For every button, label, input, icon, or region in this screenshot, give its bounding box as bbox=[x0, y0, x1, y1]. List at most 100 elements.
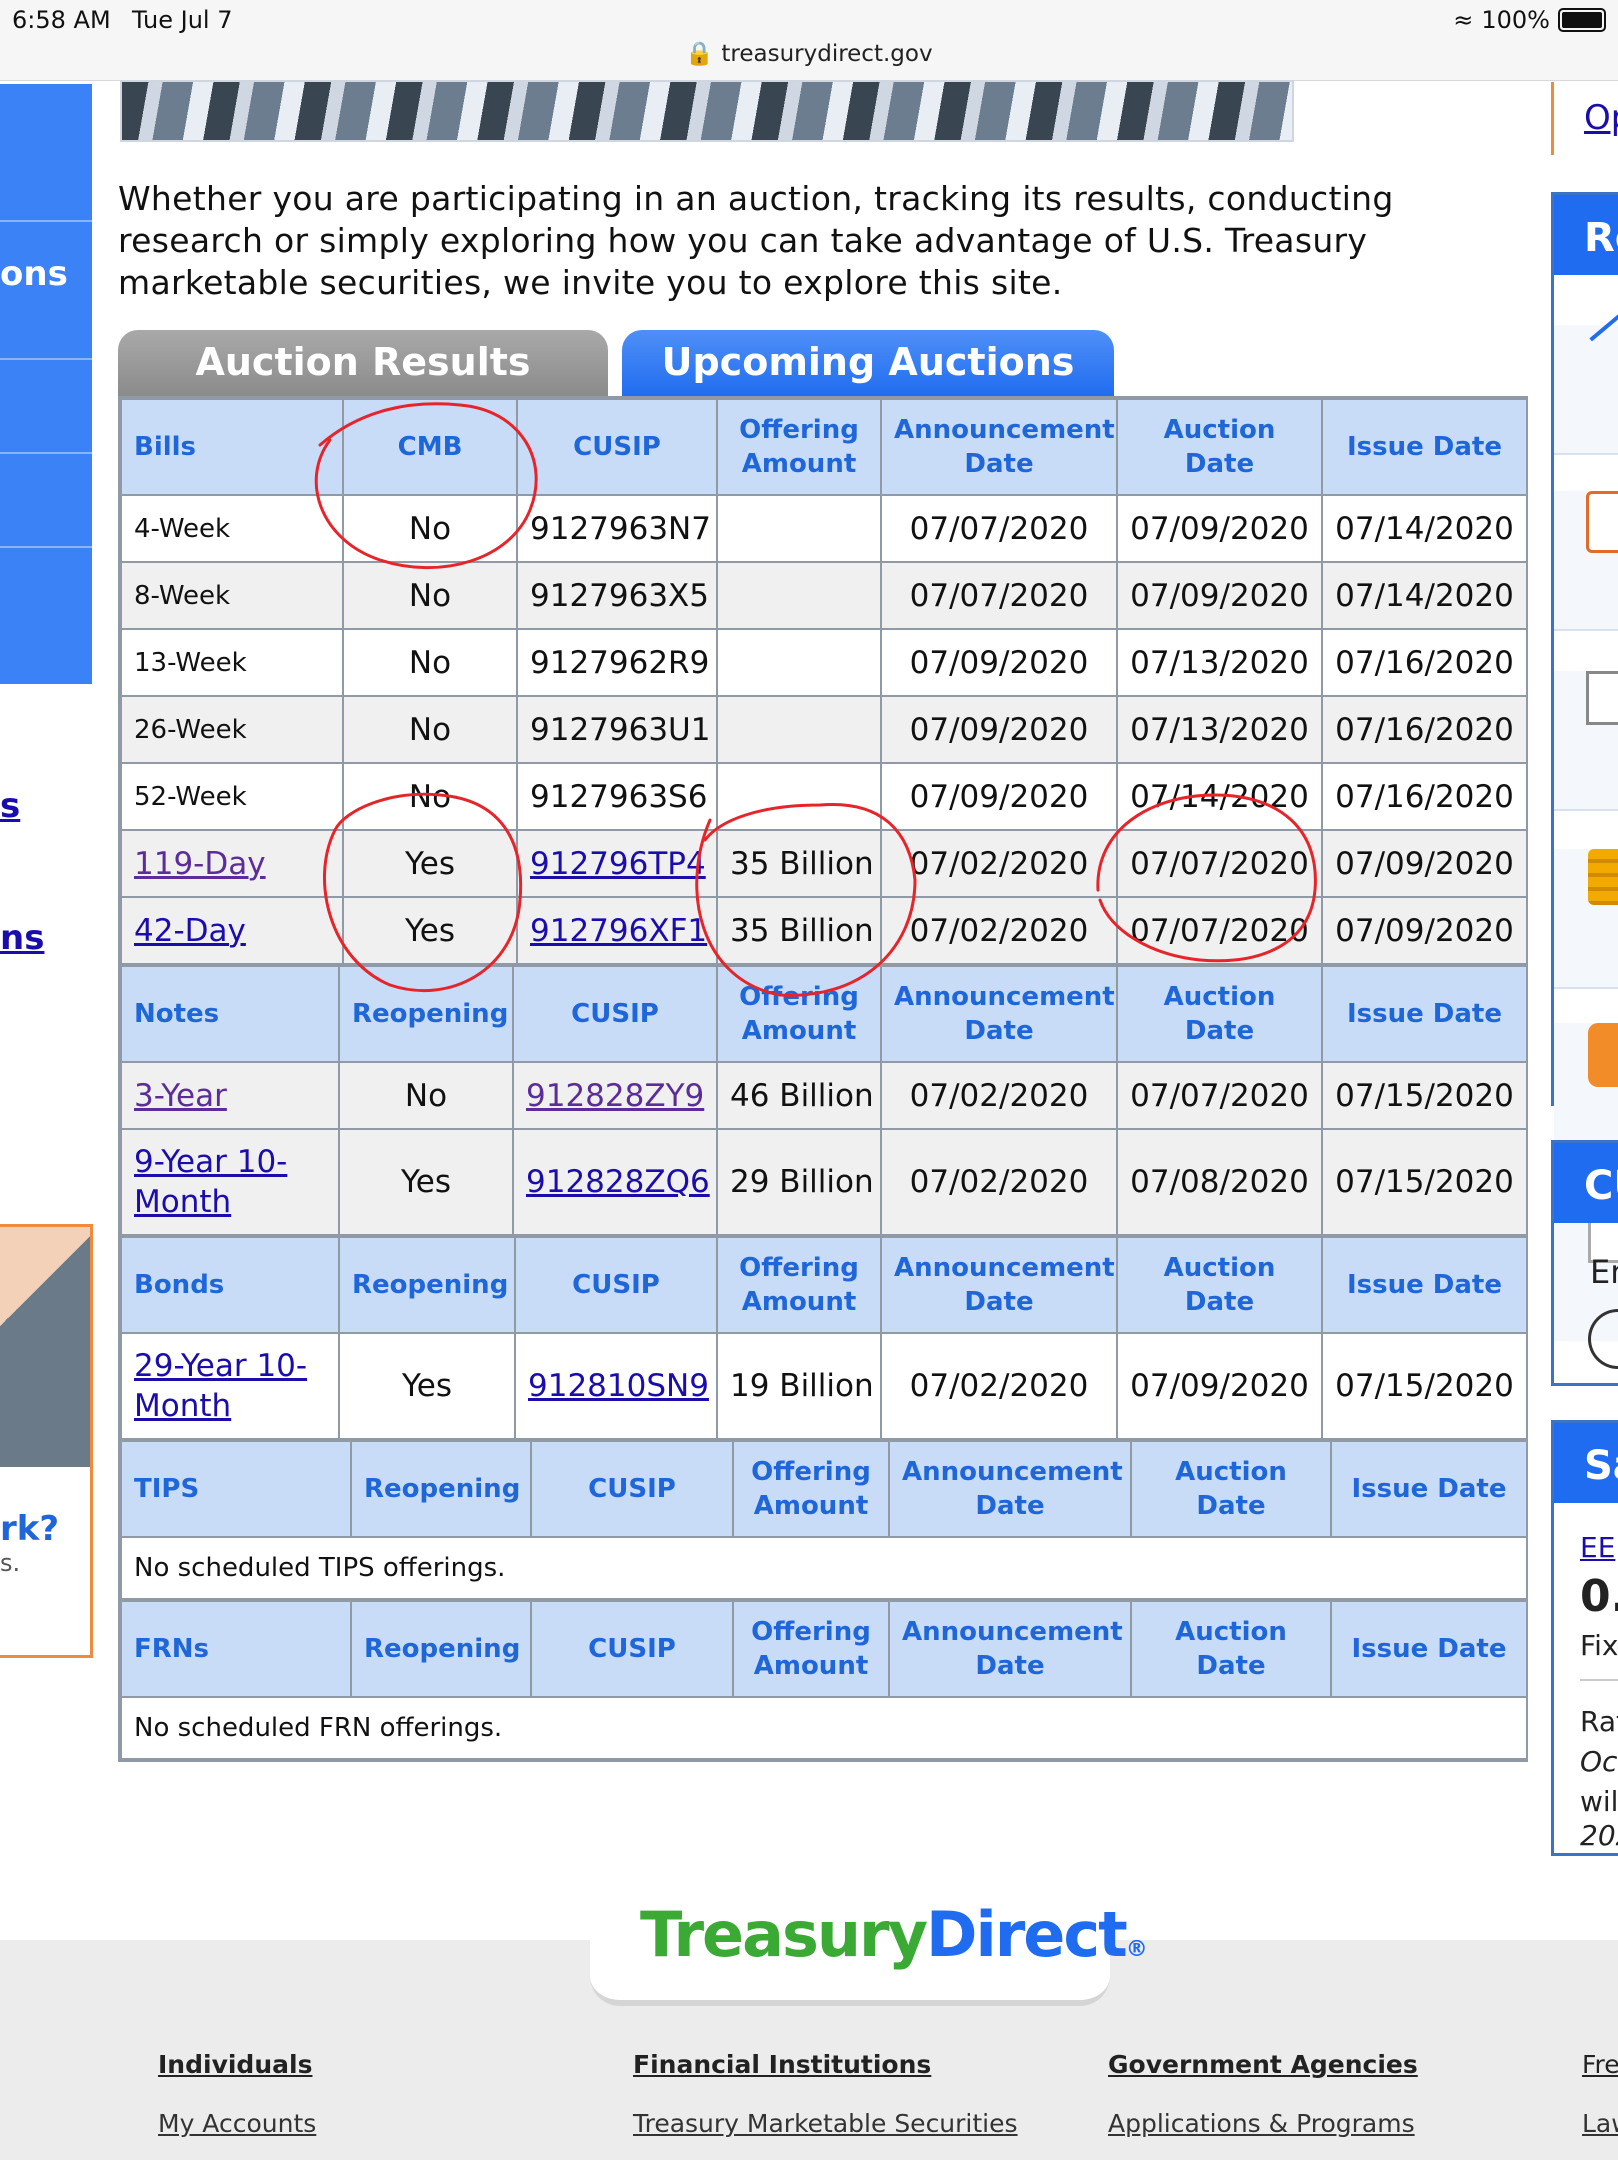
arrow-icon bbox=[1589, 312, 1618, 342]
cusip-link[interactable]: 912828ZY9 bbox=[526, 1078, 704, 1114]
calendar-icon bbox=[1586, 491, 1618, 553]
term-cell: 13-Week bbox=[120, 628, 344, 697]
issue-cell: 07/15/2020 bbox=[1321, 1128, 1528, 1236]
header-reopening: Reopening bbox=[338, 965, 514, 1063]
footer-link-my-accounts[interactable]: My Accounts bbox=[158, 2109, 316, 2138]
header-issue-date: Issue Date bbox=[1321, 1236, 1528, 1334]
logo-part-treasury: Treasury bbox=[640, 1898, 928, 1971]
cusip-link[interactable]: 912796XF1 bbox=[530, 913, 707, 949]
header-issue-date: Issue Date bbox=[1321, 965, 1528, 1063]
term-link[interactable]: 29-Year 10-Month bbox=[134, 1348, 307, 1424]
footer-link-marketable-securities[interactable]: Treasury Marketable Securities bbox=[633, 2109, 1018, 2138]
ios-status-bar: 6:58 AM Tue Jul 7 ≈ 100% 🔒 treasurydirec… bbox=[0, 0, 1618, 81]
footer-heading-government-agencies[interactable]: Government Agencies bbox=[1108, 2050, 1418, 2079]
cusip-link[interactable]: 912796TP4 bbox=[530, 846, 706, 882]
announcement-cell: 07/02/2020 bbox=[880, 1128, 1118, 1236]
term-link[interactable]: 3-Year bbox=[134, 1078, 227, 1114]
logo-part-direct: Direct bbox=[925, 1898, 1128, 1971]
resource-item[interactable] bbox=[1554, 312, 1618, 455]
issue-cell: 07/16/2020 bbox=[1321, 628, 1528, 697]
resource-item[interactable] bbox=[1554, 671, 1618, 811]
rss-icon bbox=[1588, 1023, 1618, 1087]
footer-col-individuals: Individuals My Accounts bbox=[158, 2050, 316, 2138]
cusip-cell: 912810SN9 bbox=[514, 1332, 718, 1440]
bills-table: Bills CMB CUSIP Offering Amount Announce… bbox=[120, 398, 1528, 965]
announcement-cell: 07/09/2020 bbox=[880, 695, 1118, 764]
reopening-cell: No bbox=[338, 1061, 514, 1130]
battery-percent: 100% bbox=[1481, 6, 1550, 34]
announcement-cell: 07/02/2020 bbox=[880, 1332, 1118, 1440]
footer-link-partial[interactable]: Law bbox=[1582, 2109, 1618, 2138]
ee-bond-link[interactable]: EE bbox=[1580, 1531, 1615, 1564]
rate-note: Rat bbox=[1580, 1705, 1618, 1738]
term-cell: 3-Year bbox=[120, 1061, 340, 1130]
cusip-cell: 9127963N7 bbox=[516, 494, 718, 563]
header-offering-amount: Offering Amount bbox=[716, 965, 882, 1063]
amount-cell: 29 Billion bbox=[716, 1128, 882, 1236]
header-offering-amount: Offering Amount bbox=[732, 1440, 890, 1538]
term-cell: 119-Day bbox=[120, 829, 344, 898]
tab-upcoming-auctions[interactable]: Upcoming Auctions bbox=[622, 330, 1114, 398]
header-reopening: Reopening bbox=[338, 1236, 516, 1334]
frns-table: FRNs Reopening CUSIP Offering Amount Ann… bbox=[120, 1600, 1528, 1760]
term-link[interactable]: 119-Day bbox=[134, 846, 266, 882]
promo-title: rk? bbox=[0, 1509, 60, 1549]
cmb-cell: No bbox=[342, 695, 518, 764]
right-top-link[interactable]: Op bbox=[1584, 98, 1618, 138]
header-cmb: CMB bbox=[342, 398, 518, 496]
sidebar-link-partial[interactable]: s bbox=[0, 786, 20, 826]
cu-input[interactable] bbox=[1588, 1309, 1618, 1369]
resource-item[interactable] bbox=[1554, 491, 1618, 631]
cusip-cell: 912796TP4 bbox=[516, 829, 718, 898]
announcement-cell: 07/02/2020 bbox=[880, 1061, 1118, 1130]
footer-heading-financial-institutions[interactable]: Financial Institutions bbox=[633, 2050, 931, 2079]
footer-heading-individuals[interactable]: Individuals bbox=[158, 2050, 312, 2079]
cusip-link[interactable]: 912828ZQ6 bbox=[526, 1164, 710, 1200]
resource-item[interactable] bbox=[1554, 849, 1618, 989]
cmb-cell: No bbox=[342, 628, 518, 697]
cusip-cell: 912796XF1 bbox=[516, 896, 718, 965]
issue-cell: 07/14/2020 bbox=[1321, 494, 1528, 563]
reopening-cell: Yes bbox=[338, 1128, 514, 1236]
right-top-box[interactable]: Op bbox=[1551, 82, 1618, 155]
rate-note-will: will bbox=[1580, 1785, 1618, 1818]
sidebar-link-partial[interactable]: ns bbox=[0, 918, 44, 958]
footer-heading-partial[interactable]: Fre bbox=[1582, 2050, 1618, 2079]
cmb-cell: No bbox=[342, 561, 518, 630]
cmb-cell: Yes bbox=[342, 896, 518, 965]
table-row: 119-Day Yes 912796TP4 35 Billion 07/02/2… bbox=[120, 829, 1528, 898]
announcement-cell: 07/07/2020 bbox=[880, 561, 1118, 630]
term-link[interactable]: 9-Year 10-Month bbox=[134, 1144, 287, 1220]
right-widget-cu: CU En bbox=[1551, 1140, 1618, 1386]
reopening-cell: Yes bbox=[338, 1332, 516, 1440]
footer-link-applications[interactable]: Applications & Programs bbox=[1108, 2109, 1418, 2138]
header-auction-date: Auction Date bbox=[1116, 965, 1323, 1063]
header-cusip: CUSIP bbox=[530, 1600, 734, 1698]
treasurydirect-logo[interactable]: TreasuryDirect® bbox=[640, 1898, 1148, 1971]
amount-cell: 35 Billion bbox=[716, 896, 882, 965]
term-cell: 8-Week bbox=[120, 561, 344, 630]
table-row: 3-Year No 912828ZY9 46 Billion 07/02/202… bbox=[120, 1061, 1528, 1130]
footer-col-government: Government Agencies Applications & Progr… bbox=[1108, 2050, 1418, 2138]
hero-banner-image bbox=[120, 80, 1294, 142]
cusip-cell: 912828ZY9 bbox=[512, 1061, 718, 1130]
announcement-cell: 07/07/2020 bbox=[880, 494, 1118, 563]
promo-box[interactable]: rk? s. bbox=[0, 1224, 93, 1658]
table-row: 26-Week No 9127963U1 07/09/2020 07/13/20… bbox=[120, 695, 1528, 764]
header-cusip: CUSIP bbox=[512, 965, 718, 1063]
sidebar-item-partial[interactable]: ons bbox=[0, 254, 68, 294]
battery-indicator: ≈ 100% bbox=[1453, 6, 1606, 34]
wifi-icon: ≈ bbox=[1453, 6, 1474, 34]
frns-header-row: FRNs Reopening CUSIP Offering Amount Ann… bbox=[120, 1600, 1528, 1698]
tips-empty-message: No scheduled TIPS offerings. bbox=[120, 1536, 1528, 1600]
cmb-cell: No bbox=[342, 762, 518, 831]
cusip-cell: 9127963X5 bbox=[516, 561, 718, 630]
bills-header-row: Bills CMB CUSIP Offering Amount Announce… bbox=[120, 398, 1528, 496]
cusip-link[interactable]: 912810SN9 bbox=[528, 1368, 709, 1404]
cusip-cell: 9127962R9 bbox=[516, 628, 718, 697]
amount-cell: 19 Billion bbox=[716, 1332, 882, 1440]
term-link[interactable]: 42-Day bbox=[134, 913, 246, 949]
address-bar[interactable]: 🔒 treasurydirect.gov bbox=[0, 40, 1618, 67]
tab-auction-results[interactable]: Auction Results bbox=[118, 330, 608, 398]
keyboard-image bbox=[0, 1227, 90, 1467]
